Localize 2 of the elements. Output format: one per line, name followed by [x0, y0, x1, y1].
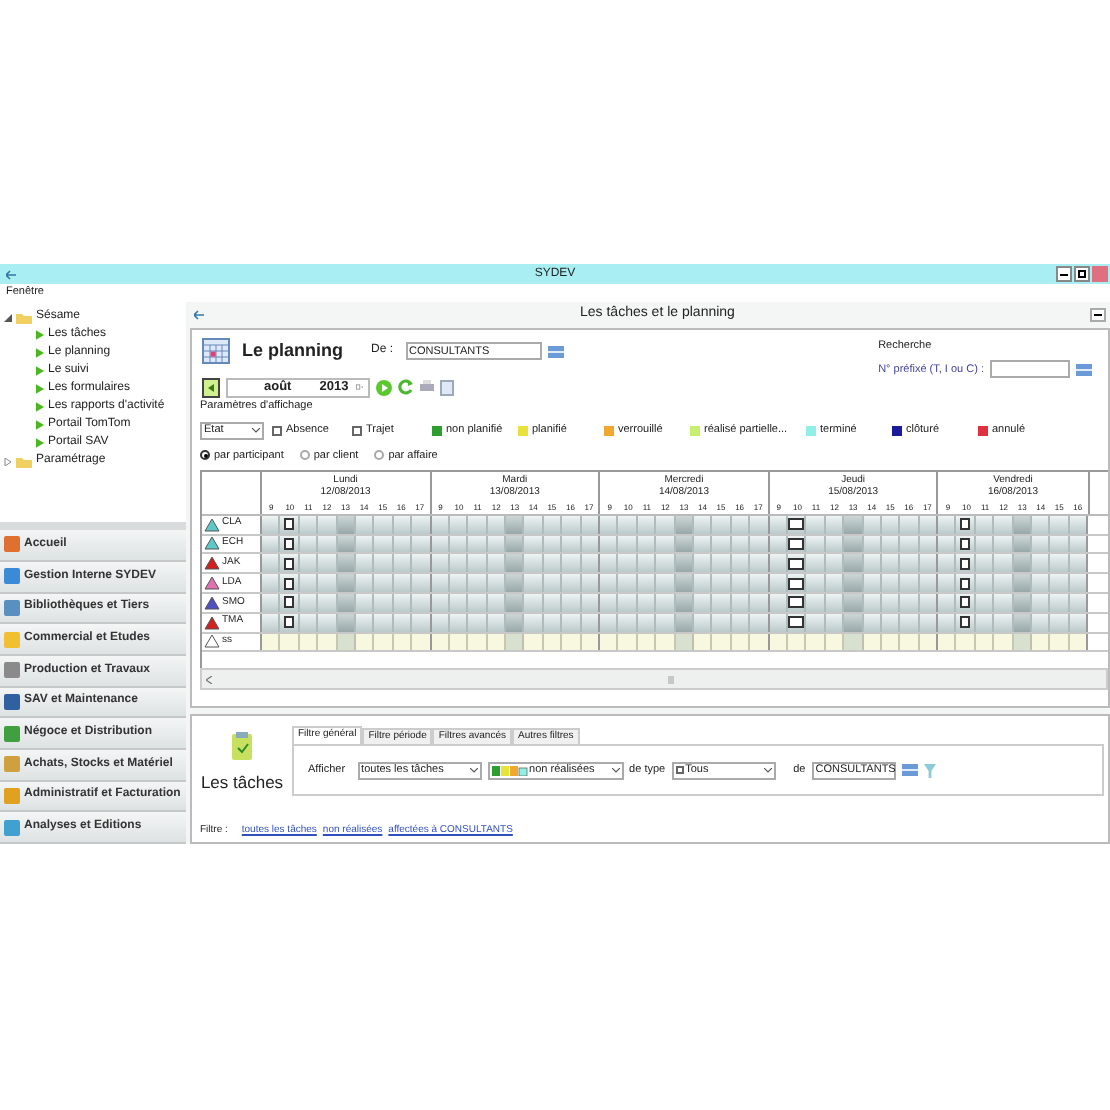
planning-title: Le planning: [242, 338, 343, 364]
tasks-title: Les tâches: [200, 770, 284, 796]
